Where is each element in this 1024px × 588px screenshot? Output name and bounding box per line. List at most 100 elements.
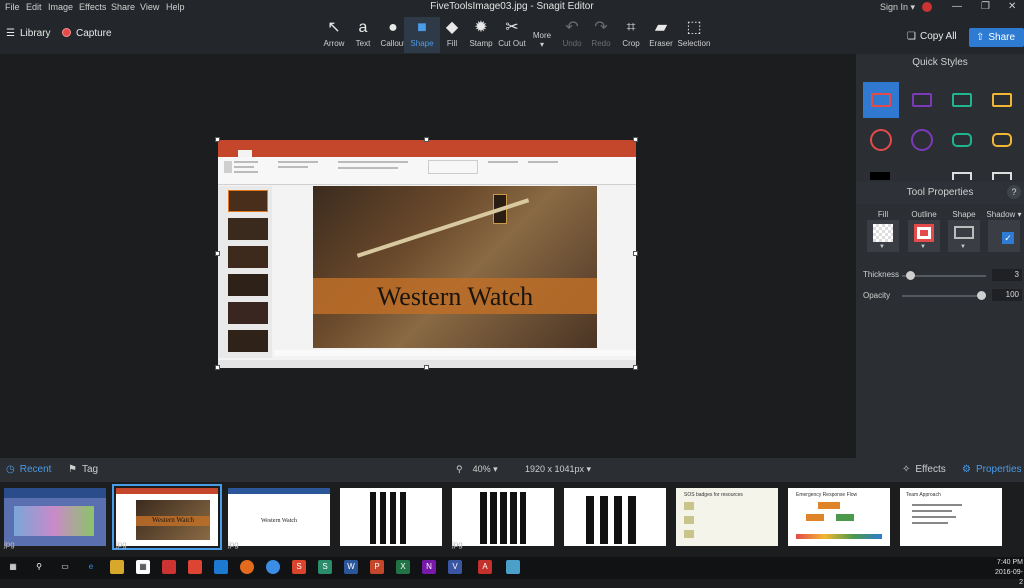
shadow-label[interactable]: Shadow ▾ [984, 210, 1024, 219]
zoom-dropdown[interactable]: ⚲ 40% ▾ [456, 464, 498, 475]
store-icon[interactable]: ▦ [136, 560, 150, 574]
shape-label: Shape [952, 210, 976, 219]
resize-handle[interactable] [424, 137, 429, 142]
resize-handle[interactable] [633, 251, 638, 256]
tray-thumbnail[interactable]: SOS badges for resources [676, 488, 778, 546]
menu-file[interactable]: File [5, 2, 20, 12]
system-clock: 7:40 PM 2016-09-2 [994, 559, 1023, 586]
resize-handle[interactable] [215, 137, 220, 142]
app-icon[interactable] [162, 560, 176, 574]
ppt-slide-thumb [228, 190, 268, 212]
quick-style-black[interactable] [870, 172, 890, 180]
excel-icon[interactable]: X [396, 560, 410, 574]
task-view-icon[interactable]: ▭ [58, 560, 72, 574]
opacity-value[interactable]: 100 [992, 289, 1022, 301]
resize-handle[interactable] [215, 251, 220, 256]
edge-browser-icon[interactable]: e [84, 560, 98, 574]
windows-start-icon[interactable]: ▦ [6, 560, 20, 574]
file-type-label: jpg [228, 540, 239, 549]
onenote-icon[interactable]: N [422, 560, 436, 574]
slide-title: Western Watch [376, 282, 534, 311]
quick-style-yellow-rect[interactable] [984, 82, 1020, 118]
tray-thumbnail[interactable]: Team Approach [900, 488, 1002, 546]
capture-button[interactable]: Capture [62, 28, 112, 39]
resize-handle[interactable] [215, 365, 220, 370]
share-button[interactable]: ⇧ Share [969, 28, 1024, 47]
recent-tab[interactable]: ◷ Recent [6, 464, 51, 475]
menu-help[interactable]: Help [166, 2, 185, 12]
powerpoint-icon[interactable]: P [370, 560, 384, 574]
sign-in-button[interactable]: Sign In ▾ [880, 2, 915, 13]
share-icon: ⇧ [976, 32, 985, 43]
ppt-home-tab [238, 150, 252, 157]
transparent-icon [873, 224, 893, 242]
tray-thumbnail[interactable] [564, 488, 666, 546]
quick-style-red-circle[interactable] [863, 122, 899, 158]
file-explorer-icon[interactable] [110, 560, 124, 574]
resize-handle[interactable] [633, 365, 638, 370]
visio-icon[interactable]: V [448, 560, 462, 574]
quick-style-purple-circle[interactable] [904, 122, 940, 158]
menu-image[interactable]: Image [48, 2, 73, 12]
opacity-slider[interactable] [902, 295, 986, 297]
snagit-icon[interactable]: S [292, 560, 306, 574]
maximize-icon[interactable]: ❐ [981, 1, 990, 12]
quick-style-teal-rounded[interactable] [944, 122, 980, 158]
menu-view[interactable]: View [140, 2, 159, 12]
eraser-tool[interactable]: ▰ Eraser [643, 17, 679, 53]
thickness-value[interactable]: 3 [992, 269, 1022, 281]
help-button[interactable]: ? [1007, 185, 1021, 199]
opacity-slider-knob[interactable] [977, 291, 986, 300]
app-icon[interactable] [506, 560, 520, 574]
dimensions-dropdown[interactable]: 1920 x 1041px ▾ [525, 464, 591, 475]
fill-swatch[interactable]: ▼ [867, 220, 899, 252]
ppt-slide-thumb [228, 330, 268, 352]
tag-tab[interactable]: ⚑ Tag [68, 464, 98, 475]
ppt-slide-thumb [228, 302, 268, 324]
app-icon[interactable] [266, 560, 280, 574]
copy-all-button[interactable]: ❏ Copy All [907, 31, 957, 42]
selection-tool[interactable]: ⬚ Selection [676, 17, 712, 53]
menu-edit[interactable]: Edit [26, 2, 42, 12]
word-icon[interactable]: W [344, 560, 358, 574]
bottom-bar: ◷ Recent ⚑ Tag ⚲ 40% ▾ 1920 x 1041px ▾ ✧ Eff… [0, 458, 1024, 482]
menu-share[interactable]: Share [111, 2, 135, 12]
quick-style-teal-rect[interactable] [944, 82, 980, 118]
search-icon[interactable]: ⚲ [32, 560, 46, 574]
quick-style-red-rect[interactable] [863, 82, 899, 118]
acrobat-icon[interactable]: A [478, 560, 492, 574]
resize-handle[interactable] [424, 365, 429, 370]
quick-style-white[interactable] [952, 172, 972, 180]
shape-picker[interactable]: ▼ [948, 220, 980, 252]
quick-style-purple-rect[interactable] [904, 82, 940, 118]
firefox-icon[interactable] [240, 560, 254, 574]
tray-thumbnail[interactable] [4, 488, 106, 546]
outline-swatch[interactable]: ▼ [908, 220, 940, 252]
library-button[interactable]: ☰ Library [6, 28, 51, 39]
rectangle-icon [954, 226, 974, 239]
close-icon[interactable]: ✕ [1008, 1, 1016, 12]
ppt-slide-thumb [228, 274, 268, 296]
minimize-icon[interactable]: — [952, 1, 962, 12]
effects-button[interactable]: ✧ Effects [902, 464, 946, 475]
editor-canvas[interactable]: Western Watch [0, 54, 856, 458]
tray-thumbnail[interactable] [340, 488, 442, 546]
quick-style-white[interactable] [992, 172, 1012, 180]
app-icon[interactable] [214, 560, 228, 574]
tray-thumbnail[interactable]: Western Watch [228, 488, 330, 546]
menu-effects[interactable]: Effects [79, 2, 106, 12]
shadow-picker[interactable]: ✓ [988, 220, 1020, 252]
snagit-alt-icon[interactable]: S [318, 560, 332, 574]
app-icon[interactable] [188, 560, 202, 574]
thickness-slider-knob[interactable] [905, 271, 915, 280]
captured-image[interactable]: Western Watch [218, 140, 636, 368]
quick-style-yellow-rounded[interactable] [984, 122, 1020, 158]
quick-styles-title: Quick Styles [912, 57, 968, 68]
resize-handle[interactable] [633, 137, 638, 142]
tray-thumbnail-selected[interactable]: Western Watch [112, 484, 222, 550]
chevron-down-icon: ▼ [920, 244, 926, 250]
properties-button[interactable]: ⚙ Properties [962, 464, 1022, 475]
tray-thumbnail[interactable]: Emergency Response Flow [788, 488, 890, 546]
avatar[interactable] [922, 2, 932, 12]
tray-thumbnail[interactable] [452, 488, 554, 546]
